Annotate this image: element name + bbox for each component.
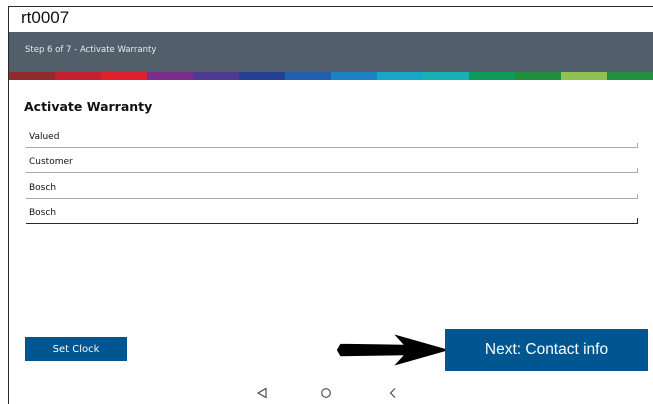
stripe-segment — [561, 72, 607, 80]
back-chevron-icon[interactable] — [383, 384, 403, 402]
store-value: Bosch — [29, 208, 57, 218]
set-clock-button[interactable]: Set Clock — [25, 337, 127, 361]
stripe-segment — [469, 72, 515, 80]
stripe-segment — [193, 72, 239, 80]
stripe-segment — [55, 72, 101, 80]
window-title: rt0007 — [21, 8, 70, 27]
back-triangle-icon[interactable] — [252, 384, 272, 402]
next-contact-info-button[interactable]: Next: Contact info — [445, 329, 648, 371]
company-value: Bosch — [29, 183, 57, 193]
first-name-field[interactable]: Valued — [26, 131, 638, 148]
company-field[interactable]: Bosch — [26, 182, 638, 199]
stripe-segment — [239, 72, 285, 80]
first-name-value: Valued — [29, 132, 60, 142]
stripe-segment — [9, 72, 55, 80]
stripe-segment — [147, 72, 193, 80]
navigation-bar — [0, 382, 653, 404]
brand-color-stripe — [9, 72, 653, 80]
last-name-field[interactable]: Customer — [26, 156, 638, 173]
page-title: Activate Warranty — [24, 99, 153, 114]
pointer-arrow-icon — [335, 331, 455, 369]
step-indicator: Step 6 of 7 - Activate Warranty — [25, 45, 157, 55]
header-bar: Step 6 of 7 - Activate Warranty — [9, 32, 653, 72]
stripe-segment — [331, 72, 377, 80]
stripe-segment — [285, 72, 331, 80]
stripe-segment — [101, 72, 147, 80]
stripe-segment — [607, 72, 653, 80]
stripe-segment — [515, 72, 561, 80]
home-circle-icon[interactable] — [316, 384, 336, 402]
last-name-value: Customer — [29, 157, 73, 167]
stripe-segment — [377, 72, 423, 80]
stripe-segment — [423, 72, 469, 80]
store-field[interactable]: Bosch — [26, 207, 638, 224]
